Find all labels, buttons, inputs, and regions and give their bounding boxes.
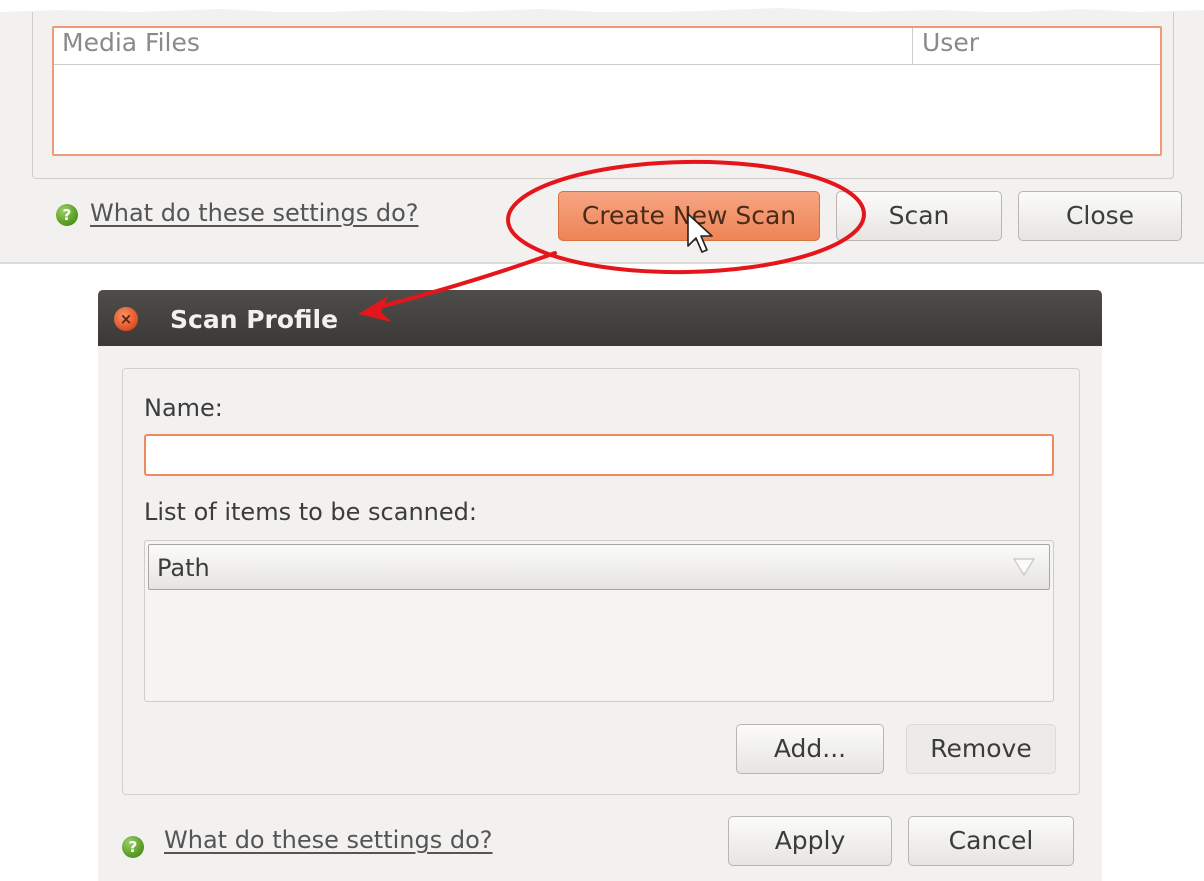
path-column-label: Path: [157, 554, 210, 582]
dialog-titlebar[interactable]: × Scan Profile: [98, 290, 1102, 346]
items-list[interactable]: Path: [144, 540, 1054, 702]
add-button[interactable]: Add...: [736, 724, 884, 774]
scan-items-list[interactable]: Media Files User: [52, 26, 1162, 156]
remove-button[interactable]: Remove: [906, 724, 1056, 774]
scan-profile-dialog: × Scan Profile Name: List of items to be…: [98, 290, 1102, 881]
dialog-title: Scan Profile: [170, 305, 339, 334]
cancel-button[interactable]: Cancel: [908, 816, 1074, 866]
list-header: Media Files User: [54, 28, 1160, 65]
help-icon: ?: [122, 836, 144, 858]
column-header-path[interactable]: Path: [148, 544, 1050, 590]
column-divider: [912, 28, 913, 64]
help-link[interactable]: What do these settings do?: [164, 826, 493, 854]
sort-descending-icon: [1013, 558, 1035, 577]
create-new-scan-button[interactable]: Create New Scan: [558, 191, 820, 241]
column-header-user[interactable]: User: [922, 28, 979, 64]
close-icon[interactable]: ×: [114, 307, 138, 331]
items-label: List of items to be scanned:: [144, 498, 477, 526]
name-input[interactable]: [144, 434, 1054, 476]
apply-button[interactable]: Apply: [728, 816, 892, 866]
column-header-media-files[interactable]: Media Files: [62, 28, 200, 64]
background-window: Media Files User ? What do these setting…: [0, 0, 1204, 264]
name-label: Name:: [144, 394, 223, 422]
help-link[interactable]: What do these settings do?: [90, 199, 419, 227]
close-button[interactable]: Close: [1018, 191, 1182, 241]
help-icon: ?: [56, 204, 78, 226]
scan-button[interactable]: Scan: [836, 191, 1002, 241]
